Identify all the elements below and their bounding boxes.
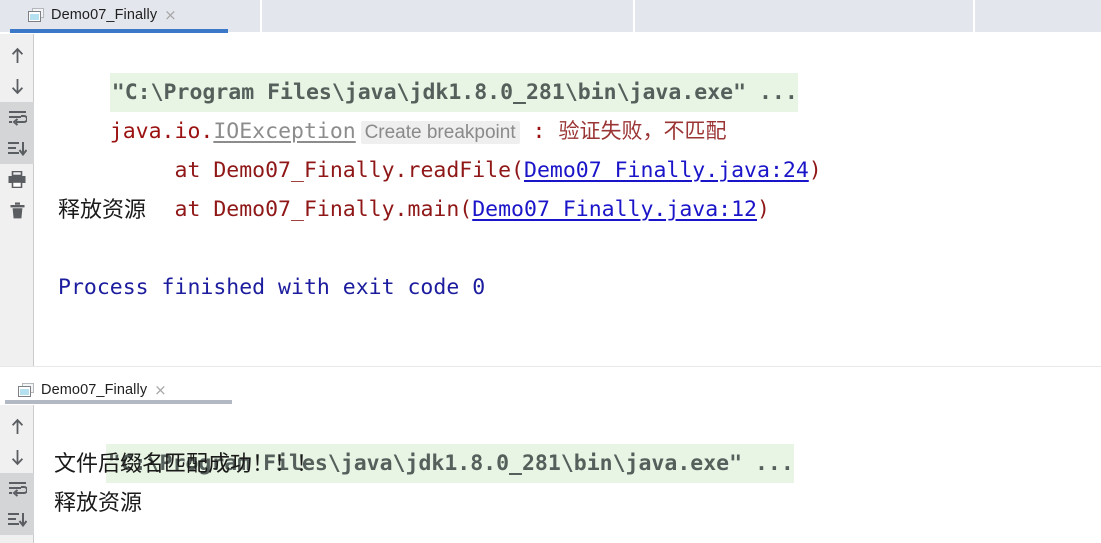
console-line-blank-1	[35, 229, 1101, 268]
stacktrace-prefix: at Demo07_Finally.main(	[109, 197, 473, 222]
soft-wrap-icon[interactable]	[0, 102, 34, 133]
stacktrace-suffix: )	[808, 158, 822, 183]
stacktrace-prefix: at Demo07_Finally.readFile(	[109, 158, 525, 183]
run-tab-1[interactable]: Demo07_Finally ×	[16, 0, 177, 30]
stacktrace-file-link[interactable]: Demo07_Finally.java:12	[472, 197, 757, 222]
run-tab-1-label: Demo07_Finally	[51, 7, 158, 23]
up-arrow-icon[interactable]	[0, 411, 34, 442]
console-line-process-finished: Process finished with exit code 0	[58, 275, 486, 300]
console-output-2[interactable]: "C:\Program Files\java\jdk1.8.0_281\bin\…	[35, 405, 1101, 543]
print-icon[interactable]	[0, 164, 34, 195]
trash-icon[interactable]	[0, 195, 34, 226]
run-tab-2-underline	[5, 400, 232, 404]
scroll-to-end-icon[interactable]	[0, 133, 34, 164]
console-window-icon	[18, 382, 35, 398]
down-arrow-icon[interactable]	[0, 71, 34, 102]
down-arrow-icon[interactable]	[0, 442, 34, 473]
panel-divider[interactable]	[0, 366, 1101, 367]
topbar-segment-3[interactable]	[635, 0, 975, 32]
java-command-text: "C:\Program Files\java\jdk1.8.0_281\bin\…	[109, 73, 798, 112]
exception-message: 验证失败，不匹配	[558, 119, 727, 143]
run-tab-1-active-underline	[10, 29, 228, 33]
exception-colon: :	[519, 119, 559, 144]
close-icon[interactable]: ×	[154, 382, 167, 398]
topbar-segment-4[interactable]	[975, 0, 1101, 32]
console-line-release-resource-2: 释放资源	[54, 490, 143, 515]
soft-wrap-icon[interactable]	[0, 473, 34, 504]
close-icon[interactable]: ×	[164, 7, 177, 23]
run-tab-2-label: Demo07_Finally	[41, 382, 148, 398]
console-window-icon	[28, 7, 45, 23]
create-breakpoint-inlay-hint[interactable]: Create breakpoint	[360, 121, 520, 144]
exception-class-link[interactable]: IOException	[213, 119, 355, 144]
console-output-1[interactable]: "C:\Program Files\java\jdk1.8.0_281\bin\…	[35, 34, 1101, 366]
topbar-segment-2[interactable]	[262, 0, 635, 32]
up-arrow-icon[interactable]	[0, 40, 34, 71]
scroll-to-end-icon[interactable]	[0, 504, 34, 535]
exception-package: java.io.	[109, 119, 214, 144]
stacktrace-file-link[interactable]: Demo07_Finally.java:24	[524, 158, 809, 183]
console-line-command-1: "C:\Program Files\java\jdk1.8.0_281\bin\…	[35, 34, 1101, 112]
stacktrace-suffix: )	[757, 197, 770, 222]
console-toolbar-2	[0, 405, 34, 543]
console-line-command-2: "C:\Program Files\java\jdk1.8.0_281\bin\…	[35, 405, 1101, 483]
console-toolbar-1	[0, 34, 34, 366]
